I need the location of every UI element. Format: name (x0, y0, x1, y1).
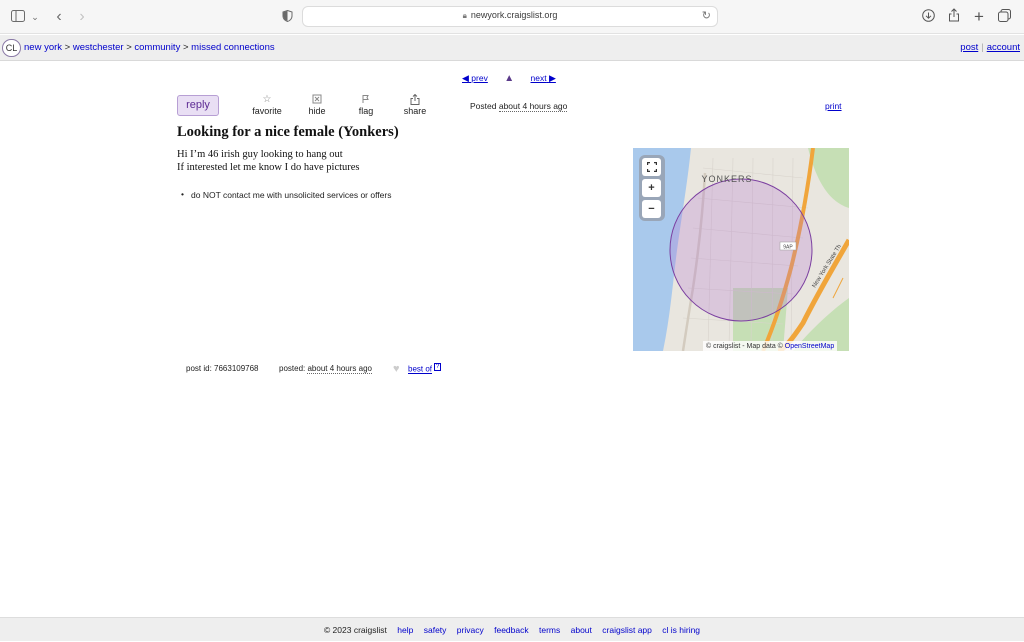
new-tab-icon[interactable]: + (972, 8, 986, 26)
next-link[interactable]: next ▶ (531, 73, 556, 83)
post-id: post id: 7663109768 (186, 364, 259, 373)
footer-feedback-link[interactable]: feedback (494, 625, 529, 635)
flag-icon (354, 94, 378, 106)
favorite-label: favorite (252, 106, 282, 116)
lock-icon: 🔒︎ (462, 11, 467, 20)
footer-privacy-link[interactable]: privacy (457, 625, 484, 635)
openstreetmap-link[interactable]: OpenStreetMap (785, 343, 834, 350)
divider: | (981, 42, 984, 53)
flag-button[interactable]: flag (354, 94, 378, 116)
breadcrumb-separator: > (182, 42, 189, 53)
share-button[interactable]: share (401, 93, 429, 116)
chevron-down-icon[interactable]: ⌄ (30, 8, 40, 26)
left-triangle-icon: ◀ (462, 73, 469, 83)
tab-overview-icon[interactable] (997, 8, 1011, 26)
map-place-label: YONKERS (701, 174, 752, 184)
browser-toolbar: ⌄ ‹ › 🔒︎ newyork.craigslist.org ↻ + (0, 0, 1024, 34)
footer-terms-link[interactable]: terms (539, 625, 560, 635)
reply-button[interactable]: reply (177, 95, 219, 116)
account-link[interactable]: account (987, 42, 1020, 53)
share-icon[interactable] (947, 8, 961, 26)
share-icon (401, 93, 429, 106)
breadcrumb-missed-connections[interactable]: missed connections (191, 42, 274, 53)
route-shield-label: 9AP (783, 245, 793, 251)
posted-info: posted: about 4 hours ago (279, 364, 372, 374)
breadcrumb: new york > westchester > community > mis… (24, 42, 275, 53)
hide-button[interactable]: hide (303, 94, 331, 116)
back-arrow-icon[interactable]: ‹ (52, 8, 66, 26)
shield-icon[interactable] (280, 8, 294, 26)
post-link[interactable]: post (960, 42, 978, 53)
favorite-button[interactable]: ☆ favorite (249, 94, 285, 116)
posted-date: Posted about 4 hours ago (470, 101, 568, 112)
breadcrumb-westchester[interactable]: westchester (73, 42, 124, 53)
breadcrumb-separator: > (64, 42, 71, 53)
up-triangle-icon[interactable]: ▲ (504, 73, 514, 84)
contact-notice: do NOT contact me with unsolicited servi… (181, 189, 391, 200)
footer-hiring-link[interactable]: cl is hiring (662, 625, 700, 635)
craigslist-header: CL new york > westchester > community > … (0, 35, 1024, 61)
user-links: post | account (960, 42, 1020, 53)
map-controls: + − (639, 155, 665, 221)
address-bar[interactable]: 🔒︎ newyork.craigslist.org ↻ (302, 6, 718, 27)
footer: © 2023 craigslist help safety privacy fe… (0, 617, 1024, 641)
footer-help-link[interactable]: help (397, 625, 413, 635)
breadcrumb-separator: > (126, 42, 132, 53)
prev-link[interactable]: ◀ prev (462, 73, 488, 83)
post-body: Hi I’m 46 irish guy looking to hang out … (177, 148, 360, 174)
forward-arrow-icon[interactable]: › (75, 8, 89, 26)
sidebar-toggle-icon[interactable] (10, 8, 26, 26)
flag-label: flag (358, 106, 374, 116)
reload-icon[interactable]: ↻ (702, 9, 711, 22)
hide-icon (303, 94, 331, 106)
hide-label: hide (308, 106, 326, 116)
breadcrumb-community[interactable]: community (134, 42, 180, 53)
fullscreen-icon[interactable] (642, 158, 661, 176)
best-of-link[interactable]: best of? (408, 363, 442, 374)
download-icon[interactable] (921, 8, 935, 26)
post-title: Looking for a nice female (Yonkers) (177, 124, 399, 140)
post-body-line: If interested let me know I do have pict… (177, 162, 360, 173)
share-label: share (403, 106, 427, 116)
best-of-help-link[interactable]: ? (434, 363, 442, 371)
posted-time: about 4 hours ago (498, 101, 568, 112)
footer-safety-link[interactable]: safety (424, 625, 447, 635)
post-pager: ◀ prev ▲ next ▶ (462, 73, 556, 84)
craigslist-logo[interactable]: CL (2, 39, 21, 57)
heart-icon[interactable]: ♥ (393, 363, 400, 375)
footer-app-link[interactable]: craigslist app (602, 625, 652, 635)
url-text: newyork.craigslist.org (470, 10, 558, 20)
zoom-in-button[interactable]: + (642, 179, 661, 197)
posted-info-time: about 4 hours ago (307, 364, 372, 374)
right-triangle-icon: ▶ (548, 73, 556, 83)
footer-about-link[interactable]: about (571, 625, 592, 635)
print-link[interactable]: print (825, 101, 842, 111)
location-map[interactable]: 9AP YONKERS New York State Th (633, 148, 849, 351)
post-body-line: Hi I’m 46 irish guy looking to hang out (177, 149, 343, 160)
copyright: © 2023 craigslist (323, 625, 387, 635)
star-icon: ☆ (262, 94, 272, 105)
breadcrumb-new-york[interactable]: new york (24, 42, 62, 53)
zoom-out-button[interactable]: − (642, 200, 661, 218)
map-attribution: © craigslist - Map data © OpenStreetMap (703, 341, 838, 352)
